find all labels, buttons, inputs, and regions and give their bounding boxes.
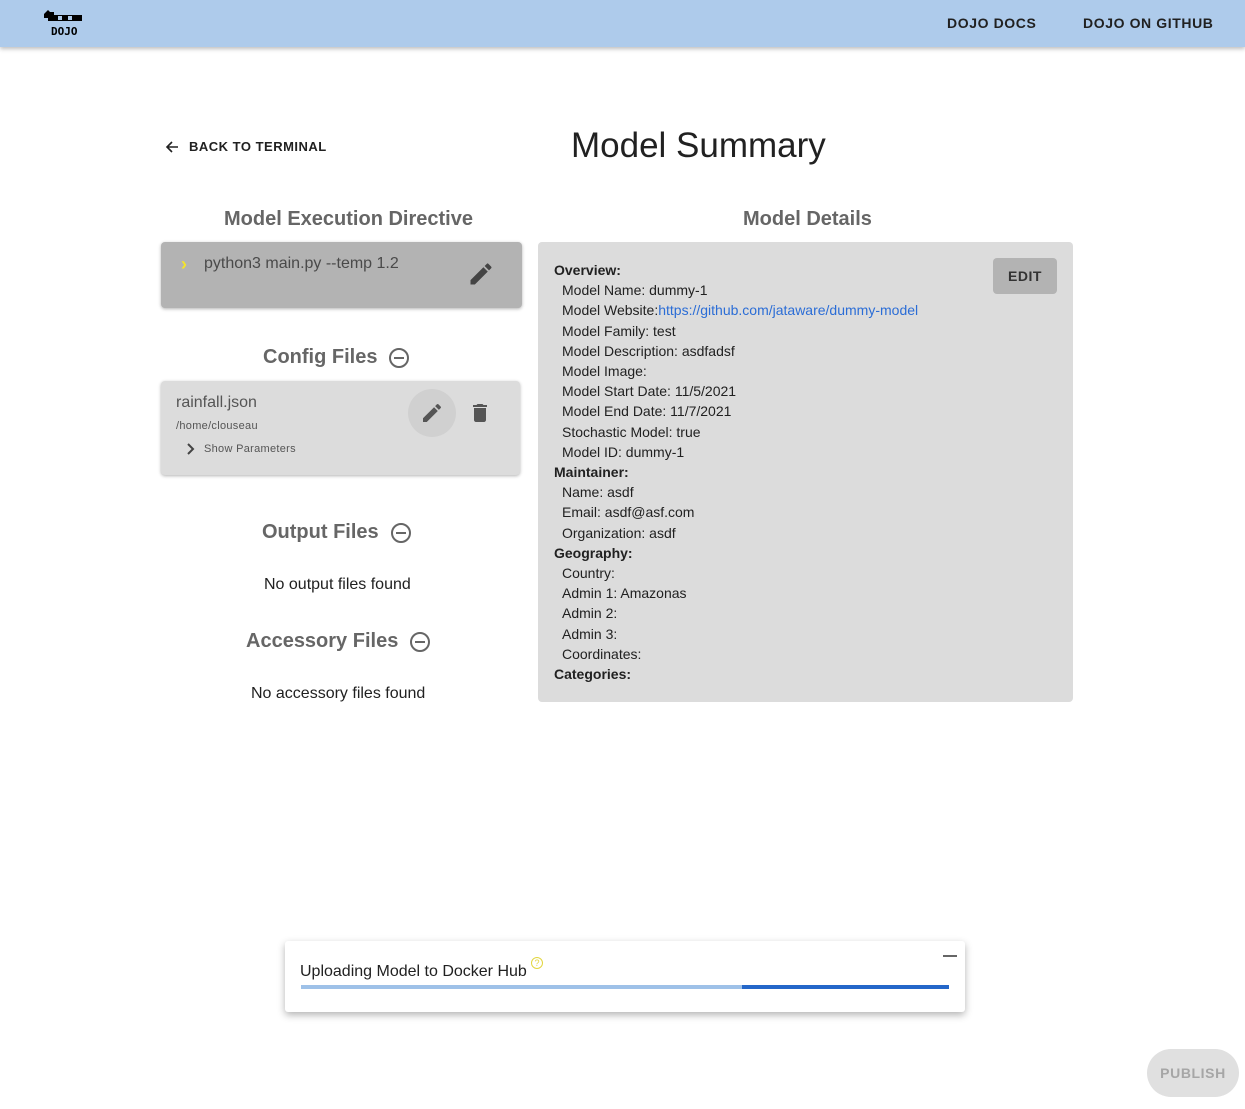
config-file-card: rainfall.json /home/clouseau Show Parame… (161, 381, 520, 475)
categories-heading: Categories: (554, 666, 632, 683)
model-details-card: Overview: Model Name: dummy-1 Model Webs… (538, 242, 1073, 702)
model-website: Model Website:https://github.com/jatawar… (554, 300, 918, 320)
geo-admin1: Admin 1: Amazonas (562, 585, 687, 602)
accessory-files-header: Accessory Files (246, 630, 431, 653)
delete-config-button[interactable] (468, 401, 492, 425)
output-files-empty: No output files found (264, 576, 411, 593)
overview-heading: Overview: (554, 262, 621, 278)
geo-admin3: Admin 3: (562, 625, 618, 642)
model-details-title: Model Details (743, 208, 872, 230)
config-files-header: Config Files (263, 346, 410, 369)
directive-command: python3 main.py --temp 1.2 (204, 255, 399, 272)
maintainer-email: Email: asdf@asf.com (562, 504, 695, 521)
maintainer-name: Name: asdf (562, 484, 634, 501)
model-details-list: Overview: Model Name: dummy-1 Model Webs… (554, 260, 918, 684)
arrow-left-icon (165, 140, 178, 153)
nav-dojo-docs[interactable]: DOJO DOCS (947, 15, 1036, 31)
config-file-path: /home/clouseau (176, 420, 258, 432)
output-files-title: Output Files (262, 521, 379, 543)
config-files-title: Config Files (263, 346, 378, 368)
geo-country: Country: (562, 565, 615, 582)
model-start-date: Model Start Date: 11/5/2021 (562, 383, 737, 400)
dojo-logo[interactable]: DOJO (44, 8, 84, 38)
show-parameters-toggle[interactable]: Show Parameters (186, 443, 296, 455)
back-label: BACK TO TERMINAL (189, 139, 327, 154)
nav-dojo-github[interactable]: DOJO ON GITHUB (1083, 15, 1214, 31)
upload-progress-card: Uploading Model to Docker Hub ? (285, 941, 965, 1012)
trash-icon (473, 404, 487, 422)
collapse-config-icon[interactable] (389, 347, 410, 368)
model-website-label: Model Website: (562, 302, 659, 319)
edit-details-button[interactable]: EDIT (993, 258, 1057, 294)
pencil-icon (423, 403, 442, 422)
upload-title: Uploading Model to Docker Hub (300, 963, 527, 980)
app-bar: DOJO DOJO DOCS DOJO ON GITHUB (0, 0, 1245, 47)
geography-heading: Geography: (554, 544, 633, 561)
prompt-chevron-icon: › (181, 254, 187, 274)
edit-directive-button[interactable] (467, 260, 495, 288)
model-name: Model Name: dummy-1 (562, 282, 708, 299)
collapse-accessory-icon[interactable] (410, 631, 431, 652)
back-to-terminal-button[interactable]: BACK TO TERMINAL (165, 139, 327, 154)
edit-config-button[interactable] (408, 389, 456, 437)
execution-directive-title: Model Execution Directive (224, 208, 473, 230)
model-image: Model Image: (562, 363, 647, 380)
accessory-files-title: Accessory Files (246, 630, 399, 652)
geo-coordinates: Coordinates: (562, 645, 642, 662)
collapse-output-icon[interactable] (390, 522, 411, 543)
accessory-files-empty: No accessory files found (251, 685, 426, 702)
model-website-link[interactable]: https://github.com/jataware/dummy-model (658, 302, 918, 318)
upload-progress-track (301, 985, 949, 989)
help-icon[interactable]: ? (531, 957, 543, 969)
geo-admin2: Admin 2: (562, 605, 618, 622)
model-description: Model Description: asdfadsf (562, 342, 735, 359)
show-parameters-label: Show Parameters (204, 443, 296, 455)
publish-button: PUBLISH (1147, 1049, 1239, 1097)
stochastic-model: Stochastic Model: true (562, 423, 701, 440)
execution-directive-card: › python3 main.py --temp 1.2 (161, 242, 522, 308)
maintainer-organization: Organization: asdf (562, 524, 676, 541)
model-id: Model ID: dummy-1 (562, 443, 685, 460)
pencil-icon (470, 263, 492, 285)
config-file-name: rainfall.json (176, 394, 257, 411)
chevron-right-icon (187, 443, 195, 455)
output-files-header: Output Files (262, 521, 411, 544)
model-family: Model Family: test (562, 322, 676, 339)
page-title: Model Summary (571, 126, 826, 165)
model-end-date: Model End Date: 11/7/2021 (562, 403, 732, 420)
maintainer-heading: Maintainer: (554, 464, 629, 481)
upload-progress-bar (741, 985, 949, 989)
minimize-button[interactable] (943, 955, 957, 957)
svg-text:DOJO: DOJO (51, 25, 78, 38)
